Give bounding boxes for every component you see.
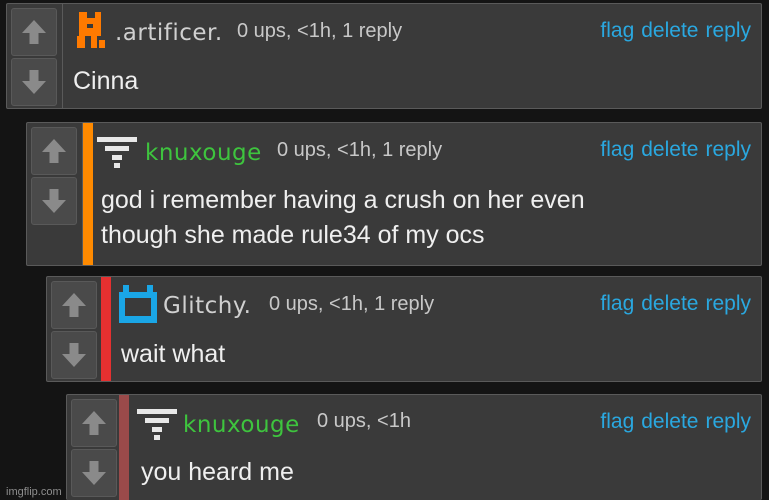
thread-stripe [119,395,129,500]
downvote-button[interactable] [71,449,117,497]
comment-text-line: wait what [121,340,226,368]
arrow-down-icon [22,70,46,94]
comment-text: god i remember having a crush on her eve… [101,183,585,253]
comment-text: you heard me [141,455,294,490]
arrow-down-icon [42,189,66,213]
comment-meta: 0 ups, <1h, 1 reply [237,20,403,42]
flag-link[interactable]: flag [600,138,634,161]
thread-stripe [101,277,111,381]
arrow-down-icon [82,461,106,485]
arrow-up-icon [82,411,106,435]
downvote-button[interactable] [11,58,57,106]
comment-text-line: god i remember having a crush on her eve… [101,186,585,214]
comment-meta: 0 ups, <1h, 1 reply [269,293,435,315]
comment-text-line: Cinna [73,67,139,95]
wifi-avatar-icon[interactable] [137,405,177,441]
comment-actions: flag delete reply [593,292,751,316]
comment-text: wait what [121,337,225,372]
downvote-button[interactable] [51,331,97,379]
comment-actions: flag delete reply [593,138,751,162]
flag-link[interactable]: flag [600,19,634,42]
watermark: imgflip.com [6,486,62,498]
comment: knuxouge 0 ups, <1h flag delete reply you … [66,394,762,500]
delete-link[interactable]: delete [641,19,698,42]
comment: Glitchy. 0 ups, <1h, 1 reply flag delete r… [46,276,762,382]
delete-link[interactable]: delete [641,138,698,161]
reply-link[interactable]: reply [705,19,751,42]
arrow-up-icon [62,293,86,317]
flag-link[interactable]: flag [600,292,634,315]
upvote-button[interactable] [11,8,57,56]
downvote-button[interactable] [31,177,77,225]
arrow-down-icon [62,343,86,367]
blue-robot-avatar-icon[interactable] [117,283,159,325]
thread-stripe [83,123,93,265]
flag-link[interactable]: flag [600,410,634,433]
comment-text: Cinna [73,64,138,99]
comment-meta: 0 ups, <1h [317,410,411,432]
username[interactable]: knuxouge [145,140,262,166]
comment: knuxouge 0 ups, <1h, 1 reply flag delete r… [26,122,762,266]
delete-link[interactable]: delete [641,292,698,315]
username[interactable]: .artificer. [115,20,223,46]
orange-pixel-avatar-icon[interactable] [77,10,107,50]
comment-text-line: you heard me [141,458,294,486]
vote-column [47,277,103,381]
wifi-avatar-icon[interactable] [97,133,137,169]
upvote-button[interactable] [51,281,97,329]
upvote-button[interactable] [31,127,77,175]
comment-actions: flag delete reply [593,410,751,434]
arrow-up-icon [22,20,46,44]
vote-column [7,4,63,108]
delete-link[interactable]: delete [641,410,698,433]
comment-meta: 0 ups, <1h, 1 reply [277,139,443,161]
username[interactable]: knuxouge [183,412,300,438]
reply-link[interactable]: reply [705,292,751,315]
vote-column [27,123,83,265]
username[interactable]: Glitchy. [163,293,252,319]
arrow-up-icon [42,139,66,163]
comment-actions: flag delete reply [593,19,751,43]
comment: .artificer. 0 ups, <1h, 1 reply flag dele… [6,3,762,109]
upvote-button[interactable] [71,399,117,447]
reply-link[interactable]: reply [705,410,751,433]
reply-link[interactable]: reply [705,138,751,161]
vote-column [67,395,123,500]
comment-text-line: though she made rule34 of my ocs [101,221,485,249]
